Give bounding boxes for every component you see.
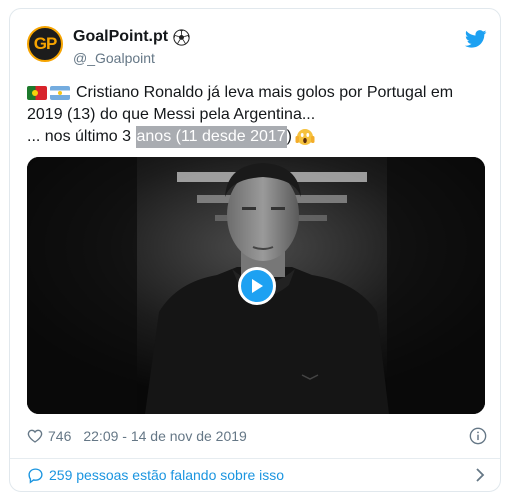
tweet-meta: 746 22:09 - 14 de nov de 2019 — [27, 426, 487, 446]
tweet-text-line-3-suffix: ) — [286, 128, 292, 145]
avatar[interactable]: GP — [27, 26, 63, 62]
tweet-header: GP GoalPoint.pt @_Goalpoint — [27, 26, 487, 70]
tweet-text-line-2: 2019 (13) do que Messi pela Argentina... — [27, 106, 316, 123]
video-player[interactable] — [27, 157, 485, 414]
speech-bubble-icon — [28, 467, 43, 484]
play-button[interactable] — [238, 267, 276, 305]
tweet-text-line-3-prefix: ... nos último 3 — [27, 128, 136, 145]
tweet-text-line-1-content: Cristiano Ronaldo já leva mais golos por… — [76, 84, 454, 101]
conversation-link[interactable]: 259 pessoas estão falando sobre isso — [27, 462, 487, 488]
chevron-right-icon[interactable] — [475, 468, 485, 482]
conversation-text[interactable]: 259 pessoas estão falando sobre isso — [49, 467, 284, 483]
play-icon — [252, 279, 263, 293]
twitter-bird-icon[interactable] — [465, 30, 487, 48]
selected-text-highlight: anos (11 desde 2017 — [135, 126, 287, 148]
tweet-text-line-3: ... nos último 3 anos (11 desde 2017 ) — [27, 126, 497, 148]
soccer-ball-icon — [173, 28, 190, 46]
display-name[interactable]: GoalPoint.pt — [73, 27, 190, 47]
embedded-tweet-card: GP GoalPoint.pt @_Goalpoint Cristiano Ro… — [9, 8, 501, 492]
divider — [10, 458, 500, 459]
heart-icon[interactable] — [27, 428, 43, 444]
author-block[interactable]: GoalPoint.pt @_Goalpoint — [73, 27, 190, 67]
like-count[interactable]: 746 — [48, 428, 71, 444]
tweet-text-line-1: Cristiano Ronaldo já leva mais golos por… — [27, 82, 497, 104]
info-icon[interactable] — [469, 427, 487, 445]
tweet-text: Cristiano Ronaldo já leva mais golos por… — [27, 82, 497, 148]
handle[interactable]: @_Goalpoint — [73, 49, 190, 67]
timestamp[interactable]: 22:09 - 14 de nov de 2019 — [83, 428, 246, 444]
argentina-flag-icon — [50, 86, 70, 100]
screaming-face-emoji-icon — [295, 129, 315, 145]
display-name-text[interactable]: GoalPoint.pt — [73, 27, 168, 47]
portugal-flag-icon — [27, 86, 47, 100]
